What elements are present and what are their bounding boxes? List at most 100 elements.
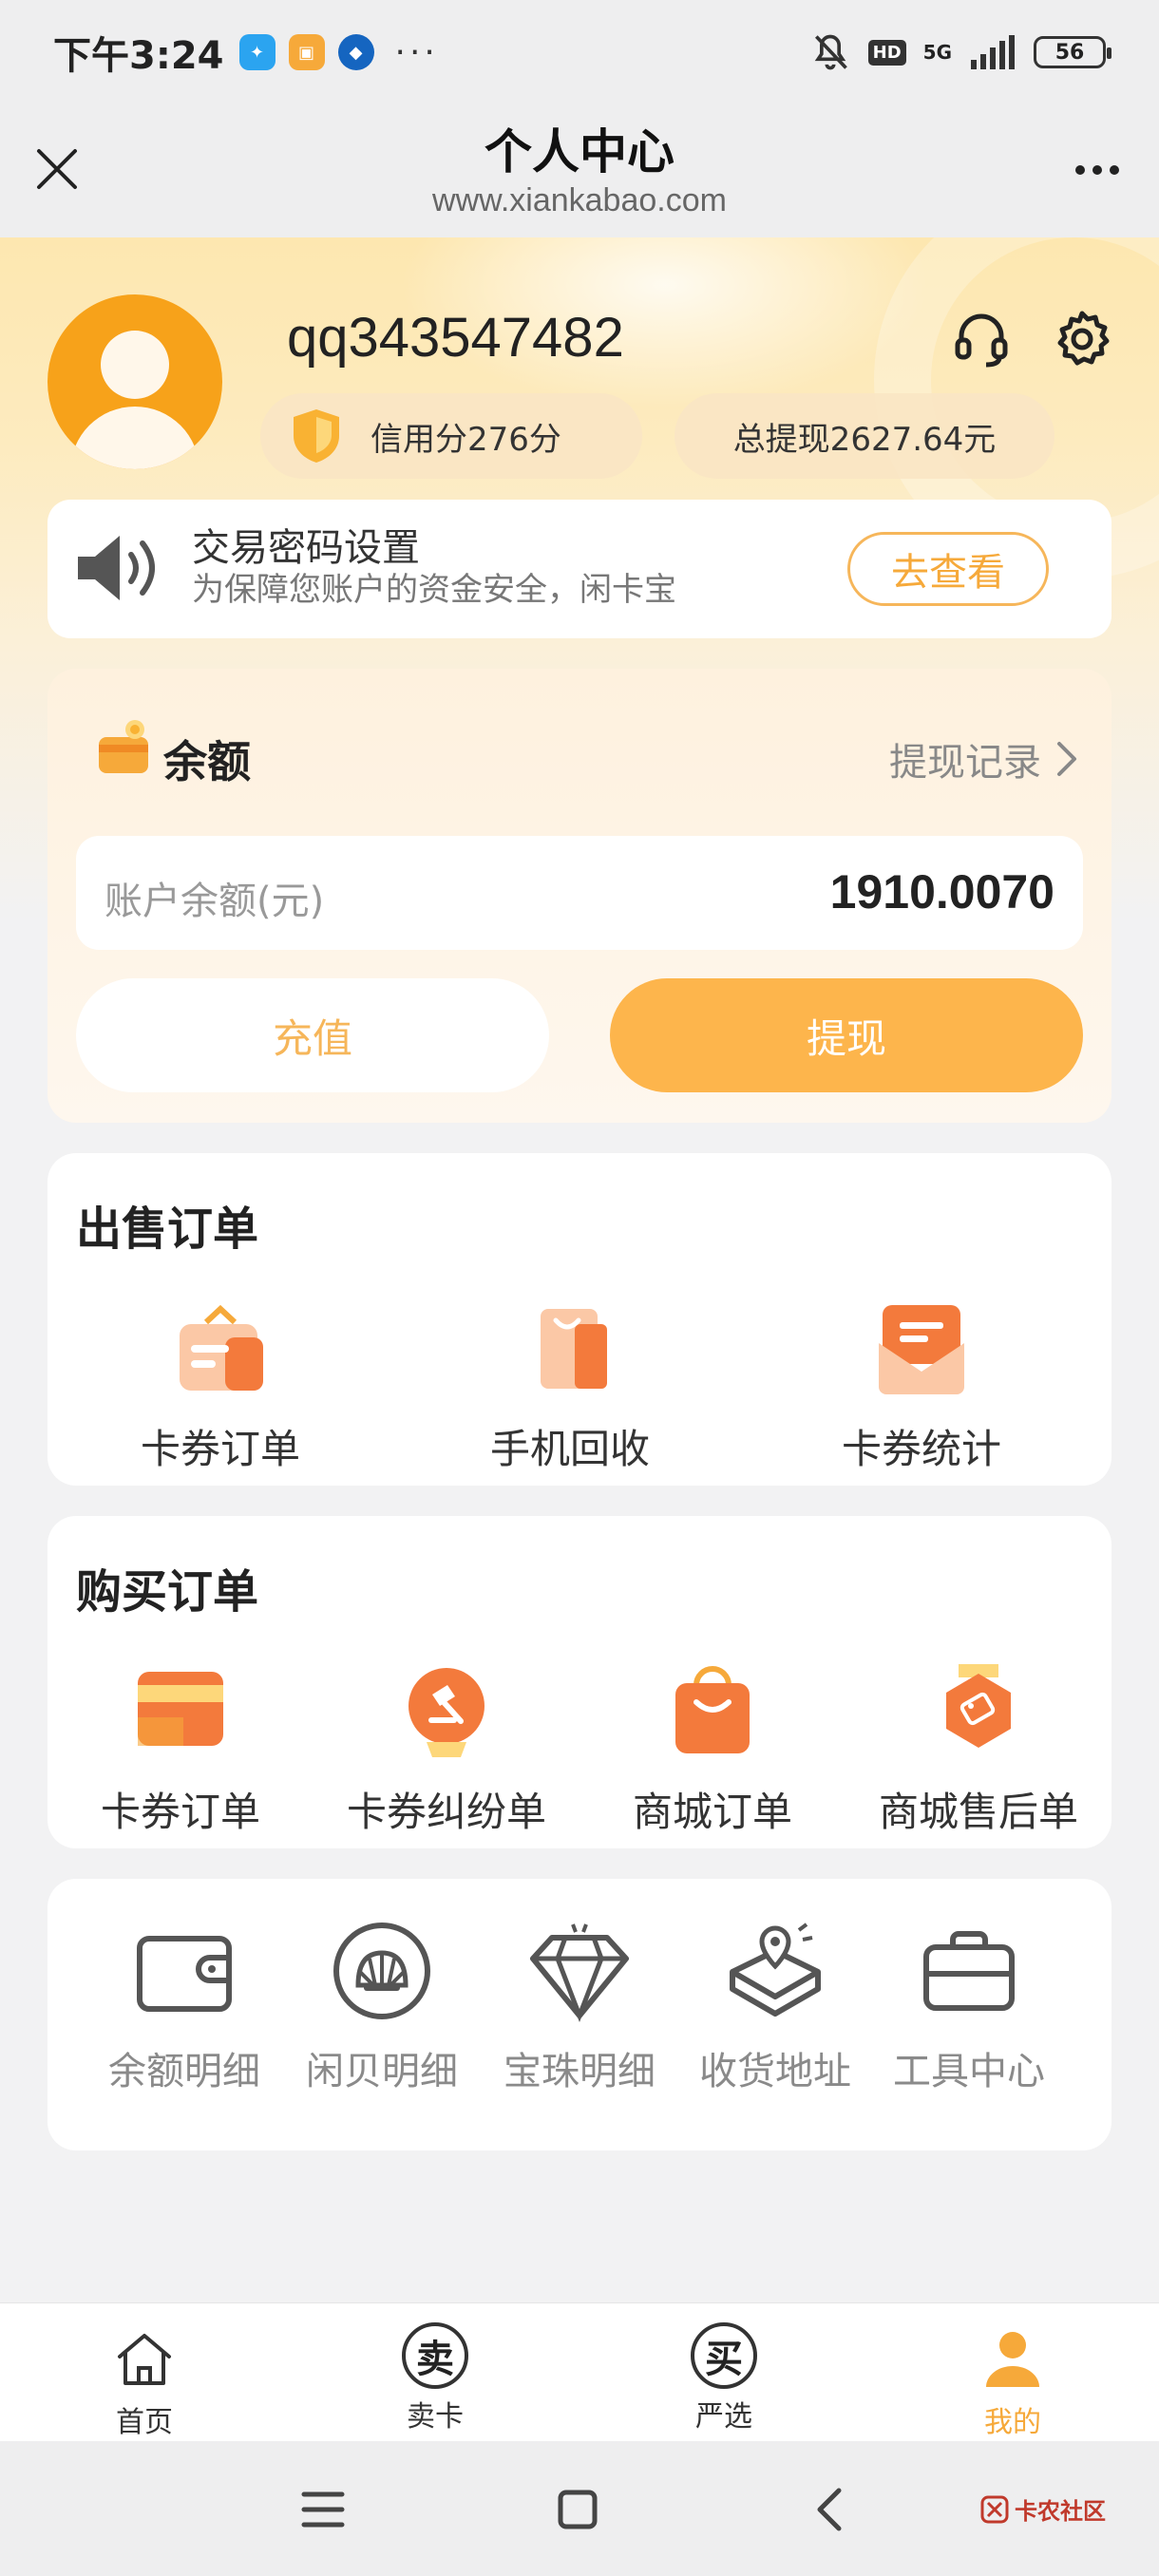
notice-title: 交易密码设置: [192, 526, 420, 570]
card-icon: [138, 1672, 223, 1746]
notice-view-button[interactable]: 去查看: [847, 532, 1049, 606]
location-box-icon: [730, 1923, 821, 2017]
gear-icon: [1057, 311, 1110, 366]
gavel-icon: [408, 1668, 484, 1757]
withdraw-record-label: 提现记录: [889, 741, 1041, 785]
tab-home[interactable]: 首页: [49, 2303, 239, 2442]
avatar-body: [70, 407, 200, 469]
buy-mall-orders[interactable]: 商城订单: [589, 1658, 836, 1838]
account-balance-label: 账户余额(元): [104, 880, 325, 923]
more-menu-button[interactable]: [1064, 146, 1130, 194]
sell-orders-card: 出售订单 卡券订单 手机回收 卡券统计: [48, 1153, 1112, 1486]
watermark: 卡农社区: [980, 2492, 1106, 2526]
buy-card-orders-label: 卡券订单: [100, 1789, 260, 1835]
user-icon: [986, 2332, 1039, 2387]
notice-banner[interactable]: 交易密码设置 为保障您账户的资金安全，闲卡宝 ... 去查看: [48, 500, 1112, 638]
shopping-bag-icon: [675, 1666, 750, 1753]
mute-bell-icon: [814, 34, 847, 70]
menu-button[interactable]: [285, 2479, 361, 2540]
buy-card-orders[interactable]: 卡券订单: [57, 1658, 304, 1838]
status-right: HD 5G 56: [809, 31, 1112, 73]
tool-center[interactable]: 工具中心: [874, 1919, 1064, 2095]
shield-icon: [294, 409, 339, 463]
shopping-bag-icon: [541, 1309, 607, 1389]
bottom-tab-bar: 首页 卖 卖卡 买 严选 我的: [0, 2302, 1159, 2441]
status-bar: 下午3:24 ✦ ▣ ◆ ··· HD 5G 56: [0, 0, 1159, 104]
notice-line-1: 为保障您账户的资金安全，闲卡宝: [192, 571, 676, 609]
tool-center-label: 工具中心: [893, 2050, 1045, 2093]
more-dot: [1110, 165, 1119, 175]
tab-sell-label: 卖卡: [407, 2400, 464, 2434]
tab-home-label: 首页: [116, 2406, 173, 2439]
envelope-icon: [879, 1305, 964, 1394]
tool-shell-detail[interactable]: 闲贝明细: [287, 1919, 477, 2095]
withdraw-record-link[interactable]: 提现记录: [889, 731, 1077, 786]
wallet-icon: [137, 1936, 232, 2012]
page-header: 个人中心 www.xiankabao.com: [0, 104, 1159, 237]
chevron-right-icon: [1057, 742, 1076, 776]
system-nav-bar: 卡农社区: [0, 2441, 1159, 2576]
total-withdraw-pill: 总提现2627.64元: [674, 393, 1054, 479]
tool-pearl-detail-label: 宝珠明细: [504, 2050, 656, 2093]
tab-sell[interactable]: 卖 卖卡: [340, 2303, 530, 2442]
tag-badge-icon: [946, 1664, 1011, 1748]
recharge-button[interactable]: 充值: [76, 978, 549, 1092]
settings-button[interactable]: [1049, 306, 1115, 372]
avatar[interactable]: [48, 294, 222, 469]
tool-pearl-detail[interactable]: 宝珠明细: [484, 1919, 674, 2095]
signal-icon: [971, 35, 1015, 69]
back-arrow-icon: [817, 2488, 842, 2531]
tool-balance-detail[interactable]: 余额明细: [89, 1919, 279, 2095]
buy-icon: 买: [691, 2322, 757, 2389]
bag-card-icon: [180, 1304, 263, 1391]
menu-icon: [301, 2491, 345, 2528]
customer-service-button[interactable]: [948, 306, 1015, 372]
buy-aftersale-orders[interactable]: 商城售后单: [855, 1658, 1102, 1838]
credit-score-pill[interactable]: 信用分276分: [260, 393, 642, 479]
hd-badge: HD: [867, 39, 906, 66]
tab-mine[interactable]: 我的: [918, 2303, 1108, 2442]
avatar-head: [101, 331, 169, 399]
notice-line-2: ...: [192, 612, 762, 638]
notes-app-icon: ▣: [288, 34, 325, 70]
tool-shipping-address-label: 收货地址: [699, 2050, 851, 2093]
battery-indicator: 56: [1034, 36, 1112, 68]
sell-phone-recycle[interactable]: 手机回收: [446, 1296, 694, 1475]
credit-score-label: 信用分276分: [370, 420, 561, 459]
sell-card-stats-label: 卡券统计: [841, 1426, 1001, 1472]
sell-icon: 卖: [402, 2322, 468, 2389]
watermark-label: 卡农社区: [1015, 2498, 1106, 2525]
notice-text: 为保障您账户的资金安全，闲卡宝 ...: [192, 568, 762, 638]
account-balance-value: 1910.0070: [829, 865, 1054, 919]
tool-balance-detail-label: 余额明细: [108, 2050, 260, 2093]
home-system-button[interactable]: [540, 2479, 616, 2540]
sell-card-orders-label: 卡券订单: [140, 1426, 300, 1472]
notice-line-2-prefix: ...: [192, 615, 223, 638]
username: qq343547482: [287, 307, 624, 369]
buy-dispute-orders[interactable]: 卡券纠纷单: [323, 1658, 570, 1838]
shell-icon: [333, 1923, 430, 2019]
home-icon: [118, 2334, 171, 2385]
bank-app-icon: ◆: [337, 34, 374, 70]
sell-orders-title: 出售订单: [76, 1203, 259, 1256]
sell-card-stats[interactable]: 卡券统计: [798, 1296, 1045, 1475]
tab-select-label: 严选: [695, 2400, 752, 2434]
page-url: www.xiankabao.com: [432, 182, 727, 218]
back-button[interactable]: [790, 2479, 866, 2540]
headset-icon: [955, 313, 1008, 368]
sell-card-orders[interactable]: 卡券订单: [97, 1296, 344, 1475]
network-label: 5G: [922, 41, 952, 64]
buy-orders-card: 购买订单 卡券订单 卡券纠纷单 商城订单 商城售后单: [48, 1516, 1112, 1848]
status-app-icons: ✦ ▣ ◆: [238, 34, 374, 70]
watermark-logo-icon: [980, 2495, 1009, 2523]
toolbox-icon: [923, 1931, 1015, 2011]
status-more-icon: ···: [394, 32, 439, 72]
tools-card: 余额明细 闲贝明细 宝珠明细 收货地址 工具中心: [48, 1879, 1112, 2150]
wallet-coin-icon: [99, 720, 148, 773]
tool-shipping-address[interactable]: 收货地址: [680, 1919, 870, 2095]
chat-app-icon: ✦: [238, 34, 276, 70]
tab-select[interactable]: 买 严选: [629, 2303, 819, 2442]
status-time: 下午3:24: [53, 34, 224, 78]
withdraw-button[interactable]: 提现: [610, 978, 1083, 1092]
account-balance-row: 账户余额(元) 1910.0070: [76, 836, 1083, 950]
